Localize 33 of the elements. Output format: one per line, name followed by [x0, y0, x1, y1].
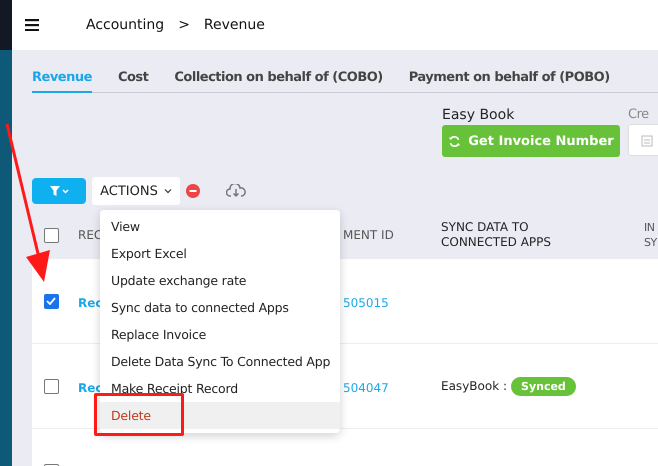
menu-item[interactable]: Replace Invoice	[100, 321, 340, 348]
filter-button[interactable]	[32, 178, 86, 204]
tab[interactable]: Payment on behalf of (POBO)	[408, 70, 610, 93]
menu-icon[interactable]	[25, 19, 39, 31]
chevron-down-icon	[164, 188, 172, 194]
menu-item[interactable]: Delete Data Sync To Connected App	[100, 348, 340, 375]
column-header: SYNC DATA TO CONNECTED APPS	[441, 220, 552, 250]
menu-item[interactable]: Make Receipt Record	[100, 375, 340, 402]
menu-item[interactable]: Export Excel	[100, 240, 340, 267]
tab[interactable]: Collection on behalf of (COBO)	[174, 70, 383, 93]
menu-item[interactable]: View	[100, 213, 340, 240]
row-checkbox[interactable]	[44, 294, 58, 308]
breadcrumb-item: >	[178, 17, 190, 33]
menu-item[interactable]: Sync data to connected Apps	[100, 294, 340, 321]
filter-icon	[49, 185, 69, 197]
refresh-icon	[448, 134, 462, 148]
synced-badge: Synced	[511, 376, 576, 396]
row-checkbox[interactable]	[44, 378, 58, 394]
sync-app-label: EasyBook :	[441, 379, 508, 393]
calendar-icon	[641, 134, 653, 146]
column-header: IN SY	[644, 220, 658, 250]
breadcrumb-item: Revenue	[204, 17, 265, 33]
select-all-checkbox[interactable]	[44, 228, 58, 242]
tab[interactable]: Cost	[118, 70, 148, 93]
actions-button[interactable]: ACTIONS	[92, 177, 180, 205]
cloud-download-icon[interactable]	[226, 184, 246, 198]
column-header: MENT ID	[343, 228, 395, 242]
menu-item[interactable]: Delete	[100, 402, 340, 429]
menu-item[interactable]: Update exchange rate	[100, 267, 340, 294]
field-label: Cre	[628, 107, 650, 122]
easy-book-label: Easy Book	[442, 107, 516, 123]
remove-icon[interactable]	[186, 184, 200, 198]
breadcrumb-item[interactable]: Accounting	[86, 17, 164, 33]
